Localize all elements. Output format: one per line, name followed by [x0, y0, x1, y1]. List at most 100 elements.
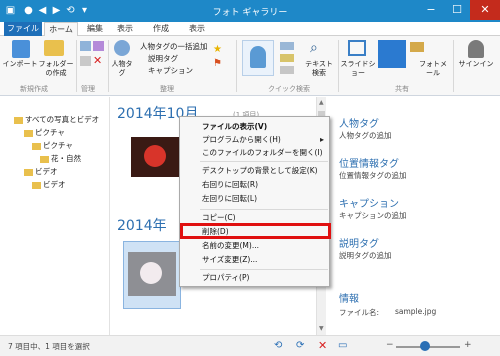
menu-item-properties[interactable]: プロパティ(P) [202, 272, 249, 284]
signin-button[interactable]: サインイン [455, 60, 497, 69]
add-people-tag-button[interactable]: 人物タグの一括追加 [140, 41, 208, 52]
desc-tag-heading: 説明タグ [339, 239, 379, 250]
slideshow-icon [348, 40, 366, 56]
detail-pane: 人物タグ 人物タグの追加 位置情報タグ 位置情報タグの追加 キャプション キャプ… [327, 97, 500, 335]
folder-icon [14, 116, 23, 124]
nav-label: すべての写真とビデオ [25, 115, 100, 124]
date-icon[interactable] [280, 54, 294, 62]
group-label-organize: 整理 [160, 85, 174, 93]
slideshow-status-icon[interactable]: ▭ [338, 340, 347, 351]
person-icon [250, 46, 266, 68]
menu-item-open-folder[interactable]: このファイルのフォルダーを開く(I) [202, 147, 323, 159]
close-button[interactable]: ✕ [470, 0, 500, 20]
tab-edit[interactable]: 編集 [84, 22, 106, 36]
delete-status-icon[interactable]: ✕ [318, 339, 327, 352]
submenu-arrow-icon: ▸ [320, 135, 325, 144]
group-separator [236, 40, 237, 92]
caption-heading: キャプション [339, 199, 399, 210]
text-search-button[interactable]: テキスト検索 [304, 60, 334, 78]
tag-icon[interactable] [280, 66, 294, 74]
blossom-photo [128, 252, 176, 296]
menu-item-open-with[interactable]: プログラムから開く(H) [202, 134, 281, 146]
group-separator [108, 40, 109, 92]
group-label-new: 新規作成 [20, 85, 48, 93]
star-icon[interactable]: ★ [213, 44, 222, 55]
zoom-in-icon[interactable]: + [464, 340, 472, 350]
filename-label: ファイル名: [339, 308, 380, 317]
people-tag-button[interactable]: 人物タグ [110, 60, 134, 78]
copy-icon[interactable] [80, 56, 91, 66]
zoom-out-icon[interactable]: − [386, 340, 394, 350]
menu-item-rotate-right[interactable]: 右回りに回転(R) [202, 179, 258, 191]
rotate-right-icon[interactable]: ⟳ [296, 340, 304, 351]
maximize-button[interactable]: ☐ [444, 0, 470, 20]
menu-separator [200, 209, 328, 210]
filter-icon[interactable] [280, 42, 294, 50]
add-geotag-link[interactable]: 位置情報タグの追加 [339, 170, 407, 181]
folder-icon [32, 142, 41, 150]
menu-item-resize[interactable]: サイズ変更(Z)... [202, 254, 257, 266]
tab-find[interactable]: 表示 [114, 22, 136, 36]
group-label-manage: 管理 [81, 85, 95, 93]
folder-icon [40, 155, 49, 163]
delete-highlight-box [180, 223, 331, 239]
minimize-button[interactable]: − [418, 0, 444, 20]
zoom-thumb[interactable] [420, 341, 430, 351]
group-separator [453, 40, 454, 92]
caption-tag-button[interactable]: 説明タグ [148, 53, 178, 64]
slideshow-button[interactable]: スライドショー [340, 60, 376, 78]
folder-icon [44, 40, 64, 56]
tab-home[interactable]: ホーム [44, 22, 78, 36]
tab-create[interactable]: 作成 [150, 22, 172, 36]
signin-icon [468, 40, 484, 58]
folder-icon [32, 181, 41, 189]
nav-item-videos-sub[interactable]: ビデオ [32, 179, 66, 190]
title-bar: ▣ ● ◀ ▶ ⟲ ▾ フォト ギャラリー − ☐ ✕ [0, 0, 500, 22]
properties-icon[interactable] [80, 41, 91, 51]
status-bar: 7 項目中、1 項目を選択 ⟲ ⟳ ✕ ▭ − + [0, 335, 500, 356]
menu-item-set-background[interactable]: デスクトップの背景として設定(K) [202, 165, 318, 177]
nav-label: ピクチャ [35, 128, 65, 137]
nav-item-pictures-sub[interactable]: ピクチャ [32, 140, 73, 151]
scroll-up-icon[interactable]: ▲ [319, 99, 324, 106]
rose-flower [144, 145, 166, 167]
date-heading-2[interactable]: 2014年 [117, 215, 167, 235]
nav-item-pictures[interactable]: ピクチャ [24, 127, 65, 138]
binoculars-icon: ⌕ [310, 40, 318, 56]
rotate-left-icon[interactable]: ⟲ [274, 340, 282, 351]
nav-label: ビデオ [43, 180, 66, 189]
menu-item-view-file[interactable]: ファイルの表示(V) [202, 121, 267, 133]
nav-label: ピクチャ [43, 141, 73, 150]
scroll-down-icon[interactable]: ▼ [319, 325, 324, 332]
tab-view[interactable]: 表示 [186, 22, 208, 36]
caption-button[interactable]: キャプション [148, 65, 193, 76]
add-people-tag-link[interactable]: 人物タグの追加 [339, 130, 392, 141]
add-caption-link[interactable]: キャプションの追加 [339, 210, 407, 221]
share-icon[interactable] [410, 42, 424, 52]
nav-item-all[interactable]: すべての写真とビデオ [14, 114, 99, 125]
menu-item-rename[interactable]: 名前の変更(M)... [202, 240, 259, 252]
import-button[interactable]: インポート [2, 60, 38, 69]
menu-item-rotate-left[interactable]: 左回りに回転(L) [202, 193, 257, 205]
delete-icon[interactable]: ✕ [93, 55, 104, 66]
photo-mail-button[interactable]: フォトメール [418, 60, 448, 78]
rose-thumbnail[interactable] [131, 137, 179, 177]
nav-label: 花・自然 [51, 154, 81, 163]
folder-icon [24, 168, 33, 176]
status-text: 7 項目中、1 項目を選択 [8, 342, 90, 351]
selected-thumbnail[interactable] [123, 241, 181, 309]
tab-file[interactable]: ファイル [4, 22, 42, 36]
new-folder-button[interactable]: フォルダーの作成 [36, 60, 76, 78]
nav-item-flowers[interactable]: 花・自然 [40, 153, 81, 164]
nav-item-videos[interactable]: ビデオ [24, 166, 58, 177]
ribbon: インポート フォルダーの作成 新規作成 ✕ 管理 人物タグ 人物タグの一括追加 … [0, 36, 500, 96]
menu-separator [200, 269, 328, 270]
onedrive-icon[interactable] [378, 40, 406, 68]
group-label-quick-find: クイック検索 [268, 85, 310, 93]
library-icon[interactable] [93, 41, 104, 51]
navigation-pane: すべての写真とビデオ ピクチャ ピクチャ 花・自然 ビデオ ビデオ [0, 97, 110, 335]
people-tag-heading: 人物タグ [339, 119, 379, 130]
add-desc-tag-link[interactable]: 説明タグの追加 [339, 250, 392, 261]
folder-icon [24, 129, 33, 137]
flag-icon[interactable]: ⚑ [213, 58, 222, 69]
